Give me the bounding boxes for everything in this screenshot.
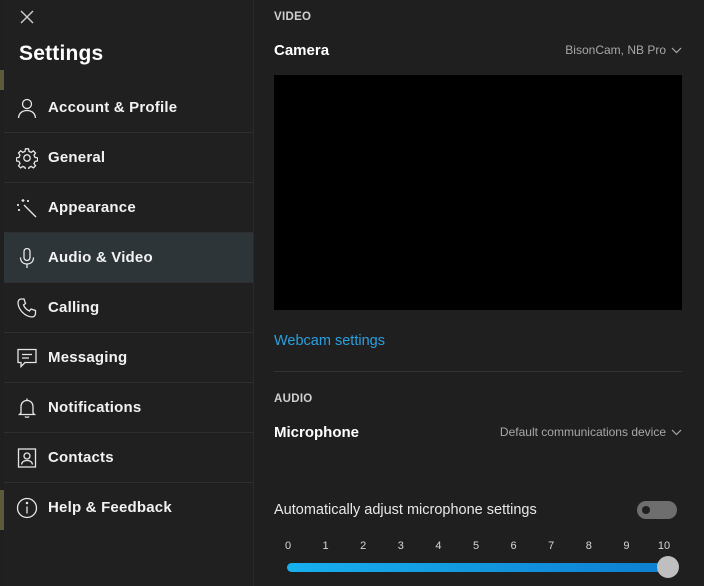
chevron-down-icon xyxy=(671,47,682,54)
nav-item-label: Calling xyxy=(48,299,100,316)
nav-item-account-profile[interactable]: Account & Profile xyxy=(4,83,253,133)
microphone-label: Microphone xyxy=(274,424,359,441)
auto-adjust-mic-label: Automatically adjust microphone settings xyxy=(274,502,537,518)
chevron-down-icon xyxy=(671,429,682,436)
toggle-knob xyxy=(642,506,650,514)
microphone-select[interactable]: Default communications device xyxy=(500,425,682,439)
nav-item-label: Account & Profile xyxy=(48,99,178,116)
volume-tick-label: 3 xyxy=(397,540,404,552)
nav-item-label: General xyxy=(48,149,106,166)
nav-item-notifications[interactable]: Notifications xyxy=(4,383,253,433)
camera-select[interactable]: BisonCam, NB Pro xyxy=(565,43,682,57)
person-icon xyxy=(15,96,39,120)
camera-select-value: BisonCam, NB Pro xyxy=(565,43,666,57)
video-section-heading: VIDEO xyxy=(274,11,312,23)
settings-title: Settings xyxy=(19,42,104,65)
microphone-volume-track[interactable] xyxy=(287,563,669,572)
nav-item-label: Help & Feedback xyxy=(48,499,172,516)
volume-tick-label: 1 xyxy=(322,540,329,552)
audio-section-heading: AUDIO xyxy=(274,393,313,405)
settings-window: Settings Account & Profile General Appea… xyxy=(0,0,704,586)
volume-tick-label: 9 xyxy=(623,540,630,552)
camera-label: Camera xyxy=(274,42,330,59)
nav-item-label: Messaging xyxy=(48,349,128,366)
gear-icon xyxy=(15,146,39,170)
info-icon xyxy=(15,496,39,520)
nav-item-label: Contacts xyxy=(48,449,114,466)
volume-tick-label: 7 xyxy=(548,540,555,552)
nav-item-label: Audio & Video xyxy=(48,249,153,266)
settings-content: VIDEO Camera BisonCam, NB Pro Webcam set… xyxy=(254,0,704,586)
volume-tick-label: 5 xyxy=(472,540,480,552)
magic-wand-icon xyxy=(15,196,39,220)
close-button[interactable] xyxy=(18,8,36,26)
chat-icon xyxy=(15,346,39,370)
volume-tick-label: 6 xyxy=(510,540,517,552)
phone-icon xyxy=(15,296,39,320)
nav-item-calling[interactable]: Calling xyxy=(4,283,253,333)
nav-item-messaging[interactable]: Messaging xyxy=(4,333,253,383)
volume-tick-label: 4 xyxy=(435,540,442,552)
nav-item-help-feedback[interactable]: Help & Feedback xyxy=(4,483,253,532)
webcam-settings-link[interactable]: Webcam settings xyxy=(274,333,385,349)
section-divider xyxy=(274,371,682,372)
nav-item-audio-video[interactable]: Audio & Video xyxy=(4,233,253,283)
volume-tick-label: 8 xyxy=(585,540,592,552)
nav-item-label: Notifications xyxy=(48,399,142,416)
volume-tick-label: 0 xyxy=(284,540,292,552)
nav-item-general[interactable]: General xyxy=(4,133,253,183)
microphone-volume-thumb[interactable] xyxy=(657,556,679,578)
contact-card-icon xyxy=(15,446,39,470)
volume-tick-label: 2 xyxy=(360,540,367,552)
volume-tick-label: 10 xyxy=(657,540,671,552)
microphone-icon xyxy=(15,246,39,270)
bell-icon xyxy=(15,396,39,420)
microphone-select-value: Default communications device xyxy=(499,425,666,439)
settings-sidebar: Settings Account & Profile General Appea… xyxy=(4,0,254,586)
nav-item-contacts[interactable]: Contacts xyxy=(4,433,253,483)
close-icon xyxy=(20,10,34,24)
volume-tick-labels: 0 1 2 3 4 5 6 7 8 9 10 xyxy=(280,540,676,554)
auto-adjust-mic-toggle[interactable] xyxy=(637,501,677,519)
camera-preview xyxy=(274,75,682,310)
settings-nav: Account & Profile General Appearance Aud… xyxy=(4,83,253,532)
nav-item-appearance[interactable]: Appearance xyxy=(4,183,253,233)
nav-item-label: Appearance xyxy=(48,199,136,216)
